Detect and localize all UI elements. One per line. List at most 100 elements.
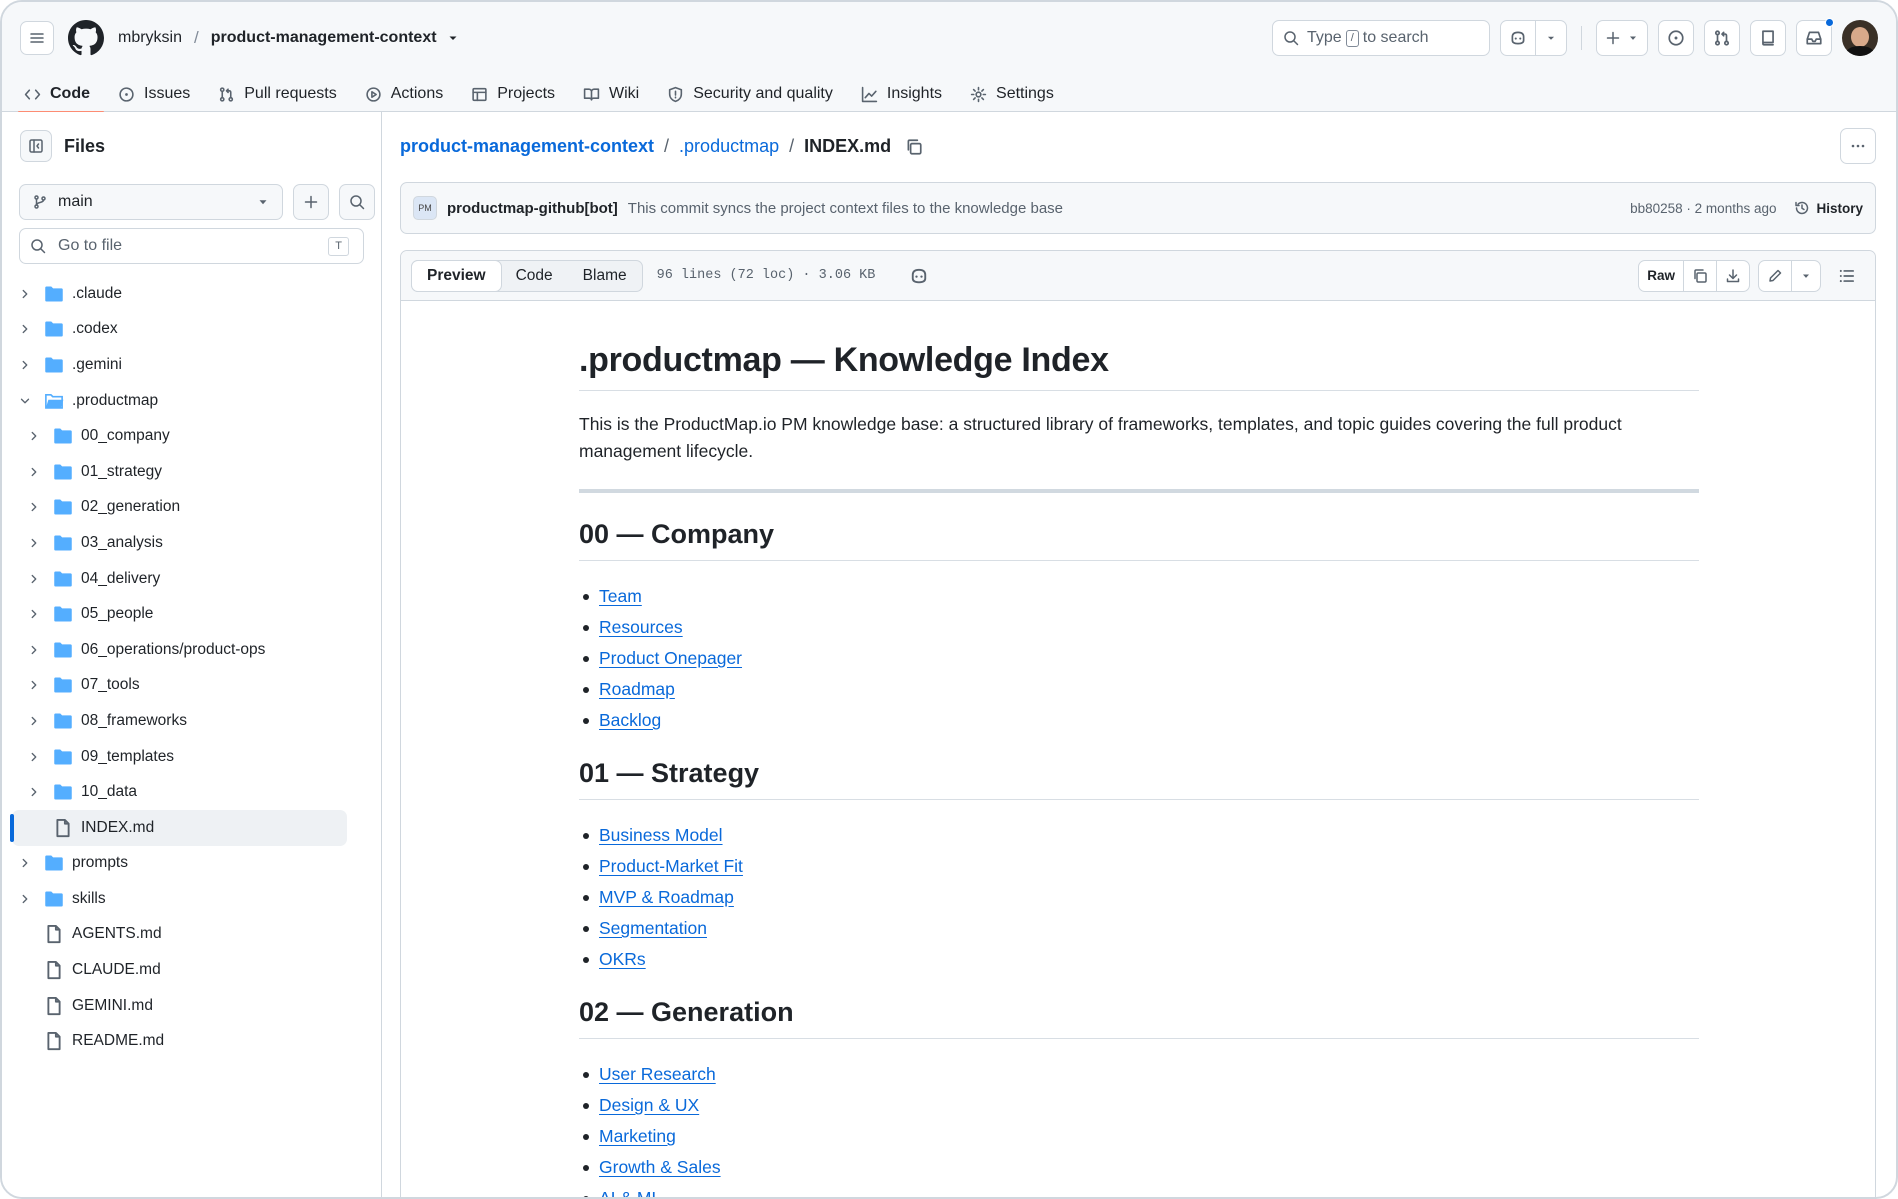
bot-avatar[interactable]: PM [413,196,437,220]
collapse-sidebar-button[interactable] [20,130,52,162]
issues-button[interactable] [1658,20,1694,56]
tab-actions[interactable]: Actions [365,70,457,112]
tree-chevron[interactable] [25,643,43,657]
tab-pull-requests[interactable]: Pull requests [218,70,351,112]
mode-blame[interactable]: Blame [568,261,642,291]
doc-link[interactable]: OKRs [599,949,646,970]
tree-file[interactable]: README.md [2,1023,382,1059]
tree-folder[interactable]: .productmap [2,383,382,419]
search-files-button[interactable] [339,184,375,220]
owner-link[interactable]: mbryksin [118,29,182,47]
tree-folder[interactable]: 00_company [2,418,382,454]
doc-link[interactable]: MVP & Roadmap [599,887,734,908]
tree-chevron[interactable] [25,572,43,586]
tree-folder[interactable]: 01_strategy [2,454,382,490]
tree-chevron[interactable] [25,500,43,514]
go-to-file-input[interactable]: Go to file T [19,228,364,264]
doc-link[interactable]: Roadmap [599,679,675,700]
tree-chevron[interactable] [25,714,43,728]
user-avatar[interactable] [1842,20,1878,56]
tree-folder[interactable]: 07_tools [2,668,382,704]
tree-folder[interactable]: 10_data [2,774,382,810]
mode-code[interactable]: Code [501,261,568,291]
tree-chevron[interactable] [16,322,34,336]
download-button[interactable] [1716,260,1749,291]
tree-chevron[interactable] [25,429,43,443]
tree-chevron[interactable] [25,678,43,692]
menu-button[interactable] [20,21,54,55]
doc-link[interactable]: User Research [599,1064,716,1085]
doc-link[interactable]: Backlog [599,710,661,731]
tree-chevron[interactable] [16,856,34,870]
doc-link[interactable]: AI & ML [599,1188,661,1197]
tree-chevron[interactable] [25,750,43,764]
tab-security-and-quality[interactable]: Security and quality [667,70,847,112]
repo-link[interactable]: product-management-context [211,29,437,47]
tree-folder[interactable]: skills [2,881,382,917]
branch-selector[interactable]: main [19,184,283,220]
doc-link[interactable]: Resources [599,617,683,638]
edit-button[interactable] [1759,261,1791,291]
github-logo-icon[interactable] [68,20,104,56]
tree-folder[interactable]: .codex [2,312,382,348]
copilot-menu[interactable] [1500,20,1567,56]
tree-chevron[interactable] [25,785,43,799]
tree-folder[interactable]: 02_generation [2,490,382,526]
doc-link[interactable]: Growth & Sales [599,1157,721,1178]
tree-chevron[interactable] [25,465,43,479]
doc-link[interactable]: Product Onepager [599,648,742,669]
tree-folder[interactable]: 04_delivery [2,561,382,597]
more-options-button[interactable] [1840,128,1876,164]
copy-path-icon[interactable] [905,138,923,156]
tree-file[interactable]: GEMINI.md [2,988,382,1024]
tab-projects[interactable]: Projects [471,70,569,112]
copilot-icon[interactable] [909,266,929,286]
tree-chevron[interactable] [16,892,34,906]
tree-folder[interactable]: 08_frameworks [2,703,382,739]
tree-chevron[interactable] [16,287,34,301]
tree-chevron[interactable] [16,358,34,372]
commit-message[interactable]: This commit syncs the project context fi… [628,200,1063,217]
doc-link[interactable]: Design & UX [599,1095,699,1116]
outline-button[interactable] [1829,260,1865,292]
inbox-button[interactable] [1796,18,1834,56]
tab-insights[interactable]: Insights [861,70,956,112]
doc-link[interactable]: Marketing [599,1126,676,1147]
tree-chevron[interactable] [25,607,43,621]
add-file-button[interactable] [293,184,329,220]
history-button[interactable]: History [1794,200,1863,216]
tab-wiki[interactable]: Wiki [583,70,653,112]
tree-file[interactable]: CLAUDE.md [2,952,382,988]
tree-folder[interactable]: 05_people [2,596,382,632]
doc-link[interactable]: Team [599,586,642,607]
repositories-button[interactable] [1750,20,1786,56]
tree-folder[interactable]: prompts [2,846,382,882]
tree-folder[interactable]: 06_operations/product-ops [2,632,382,668]
tab-code[interactable]: Code [18,70,104,113]
copilot-dropdown[interactable] [1535,21,1566,55]
pull-requests-button[interactable] [1704,20,1740,56]
breadcrumb-folder-link[interactable]: .productmap [679,136,779,157]
tab-settings[interactable]: Settings [970,70,1068,112]
mode-preview[interactable]: Preview [411,259,502,292]
tab-issues[interactable]: Issues [118,70,204,112]
tree-folder[interactable]: .gemini [2,347,382,383]
tree-folder[interactable]: 03_analysis [2,525,382,561]
caret-down-icon[interactable] [445,30,461,46]
commit-sha-time[interactable]: bb80258 · 2 months ago [1630,201,1776,216]
tree-folder[interactable]: 09_templates [2,739,382,775]
tree-file[interactable]: AGENTS.md [2,917,382,953]
tree-chevron[interactable] [25,536,43,550]
doc-link[interactable]: Product-Market Fit [599,856,743,877]
search-input[interactable]: Type / to search [1272,20,1490,56]
copilot-button[interactable] [1501,21,1535,55]
raw-button[interactable]: Raw [1639,261,1683,291]
tree-folder[interactable]: .claude [2,276,382,312]
breadcrumb-repo-link[interactable]: product-management-context [400,136,654,157]
tree-chevron[interactable] [16,394,34,408]
doc-link[interactable]: Business Model [599,825,723,846]
copy-raw-button[interactable] [1683,260,1716,291]
commit-author[interactable]: productmap-github[bot] [447,200,618,217]
tree-file[interactable]: INDEX.md [10,809,347,846]
doc-link[interactable]: Segmentation [599,918,707,939]
